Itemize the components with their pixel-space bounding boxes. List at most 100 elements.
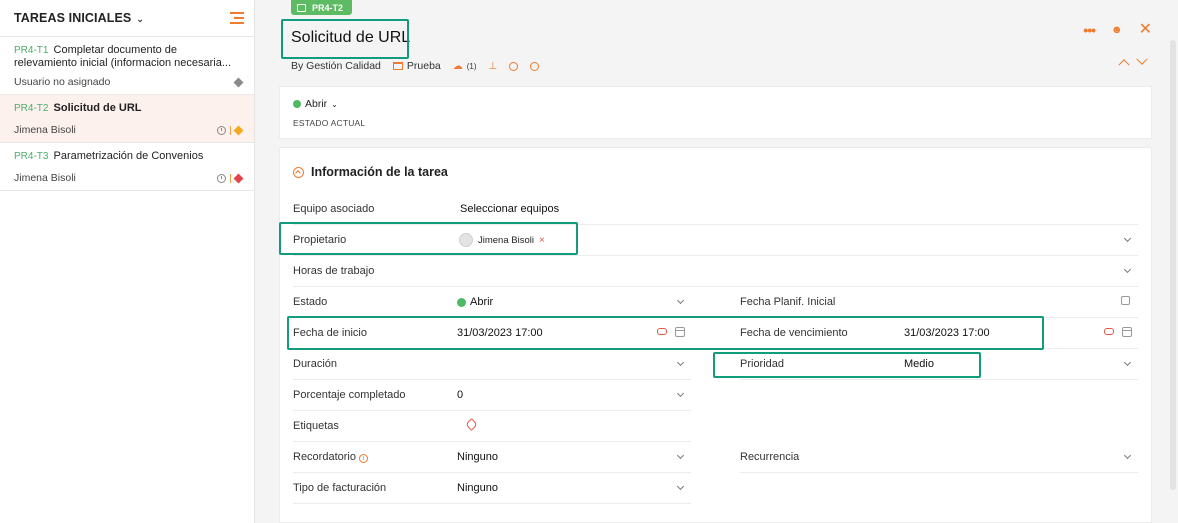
status-dot-icon [457,297,466,307]
comments-button[interactable]: ☁ (1) [453,61,477,72]
info-icon[interactable] [530,61,540,71]
reminder-label: Recordatorio [293,451,356,463]
eraser-icon[interactable] [657,328,667,335]
task-list-selector[interactable]: TAREAS INICIALES ⌄ [14,11,144,25]
priority-diamond-icon [233,173,244,183]
owner-chip[interactable]: Jimena Bisoli × [457,232,551,248]
task-meta-icons [217,173,244,183]
task-assignee: Jimena Bisoli [14,124,76,136]
eraser-icon[interactable] [1104,328,1114,335]
more-icon[interactable]: ••• [1083,23,1096,37]
section-header[interactable]: Información de la tarea [293,165,448,179]
chevron-down-icon[interactable] [676,451,685,460]
task-id-badge: PR4-T2 [291,0,353,15]
field-row-equipo: Equipo asociado Seleccionar equipos [293,194,1138,225]
priority-diamond-icon [233,77,244,87]
field-row-planif: Fecha Planif. Inicial [740,287,1138,318]
calendar-icon[interactable] [675,327,685,337]
clock-icon [217,173,226,183]
task-item-pr4-t2[interactable]: PR4-T2 Solicitud de URL Jimena Bisoli [0,95,254,143]
field-row-prioridad: Prioridad Medio [740,349,1138,380]
top-actions: ••• ☻ ✕ [1083,22,1152,38]
task-id-badge-label: PR4-T2 [312,2,344,13]
field-row-recordatorio: Recordatorio i Ninguno [293,442,691,473]
chevron-down-icon[interactable] [676,296,685,305]
task-detail-panel: PR4-T2 Solicitud de URL ••• ☻ ✕ By Gesti… [256,0,1178,523]
divider [230,125,231,135]
owner-name: Jimena Bisoli [478,234,534,246]
navigation-arrows [1118,53,1148,71]
chevron-down-icon[interactable] [1123,451,1132,460]
task-info-card: Información de la tarea Equipo asociado … [279,147,1152,523]
chevron-down-icon[interactable] [1123,265,1132,274]
field-row-etiquetas: Etiquetas [293,411,691,442]
task-assignee: Usuario no asignado [14,76,111,88]
field-label: Fecha de inicio [293,327,367,339]
task-meta-icons [233,77,244,87]
status-dropdown[interactable]: Abrir ⌄ [293,98,338,110]
comment-icon: ☁ [452,60,463,72]
chevron-down-icon[interactable] [676,482,685,491]
due-date-input[interactable]: 31/03/2023 17:00 [904,327,990,339]
field-row-propietario: Propietario Jimena Bisoli × [293,225,1138,256]
field-label: Etiquetas [293,420,339,432]
section-title: Información de la tarea [311,165,448,179]
field-label: Prioridad [740,358,785,370]
field-row-horas: Horas de trabajo [293,256,1138,287]
field-label: Horas de trabajo [293,265,375,277]
task-id: PR4-T3 [14,151,49,162]
share-icon[interactable]: ☻ [1111,24,1123,36]
task-id: PR4-T1 [14,45,49,56]
project-link[interactable]: Prueba [392,60,441,72]
status-card: Abrir ⌄ ESTADO ACTUAL [279,86,1152,139]
field-row-facturacion: Tipo de facturación Ninguno [293,473,691,504]
task-list-sidebar: TAREAS INICIALES ⌄ PR4-T1 Completar docu… [0,0,255,523]
field-label: Recurrencia [740,451,800,463]
percent-select[interactable]: 0 [457,389,463,401]
timer-icon[interactable] [509,61,519,71]
calendar-icon[interactable] [1122,327,1132,337]
warning-icon: i [358,454,368,463]
close-icon[interactable]: ✕ [1139,22,1152,38]
task-id: PR4-T2 [14,103,49,114]
chevron-down-icon[interactable] [1123,358,1132,367]
field-row-inicio: Fecha de inicio 31/03/2023 17:00 [293,318,691,349]
chevron-up-icon[interactable] [1118,59,1130,71]
chevron-down-icon[interactable] [676,389,685,398]
divider [230,173,231,183]
task-meta-icons [217,125,244,135]
chevron-down-icon[interactable] [1123,234,1132,243]
field-label: Fecha Planif. Inicial [740,296,836,308]
reminder-select[interactable]: Ninguno [457,451,498,463]
status-value: Abrir [305,98,328,110]
collapse-icon [293,166,304,178]
billing-select[interactable]: Ninguno [457,482,498,494]
priority-select[interactable]: Medio [904,358,934,370]
chevron-down-icon[interactable] [676,358,685,367]
chevron-down-icon[interactable] [1136,53,1148,65]
tag-icon[interactable] [465,418,478,431]
field-label: Propietario [293,234,347,246]
start-date-input[interactable]: 31/03/2023 17:00 [457,327,543,339]
task-item-pr4-t3[interactable]: PR4-T3 Parametrización de Convenios Jime… [0,143,254,191]
clock-icon [217,125,226,135]
field-label: Estado [293,296,328,308]
field-label: Fecha de vencimiento [740,327,848,339]
status-select[interactable]: Abrir [457,296,493,308]
status-dot-icon [293,100,301,108]
scrollbar[interactable] [1170,40,1176,490]
team-selector[interactable]: Seleccionar equipos [460,203,559,215]
sidebar-title: TAREAS INICIALES [14,11,132,25]
task-title: PR4-T3 Parametrización de Convenios [14,150,242,163]
chevron-down-icon: ⌄ [331,99,338,109]
field-row-recurrencia: Recurrencia [740,442,1138,473]
attachment-icon[interactable]: ⊥ [489,61,498,72]
task-title[interactable]: Solicitud de URL [291,29,410,47]
avatar [459,233,473,247]
task-name: Parametrización de Convenios [53,150,204,162]
field-row-vencimiento: Fecha de vencimiento 31/03/2023 17:00 [740,318,1138,349]
list-view-icon[interactable] [230,12,244,24]
task-item-pr4-t1[interactable]: PR4-T1 Completar documento de relevamien… [0,37,254,95]
calendar-clock-icon[interactable] [1121,296,1130,305]
remove-owner-icon[interactable]: × [539,235,545,246]
